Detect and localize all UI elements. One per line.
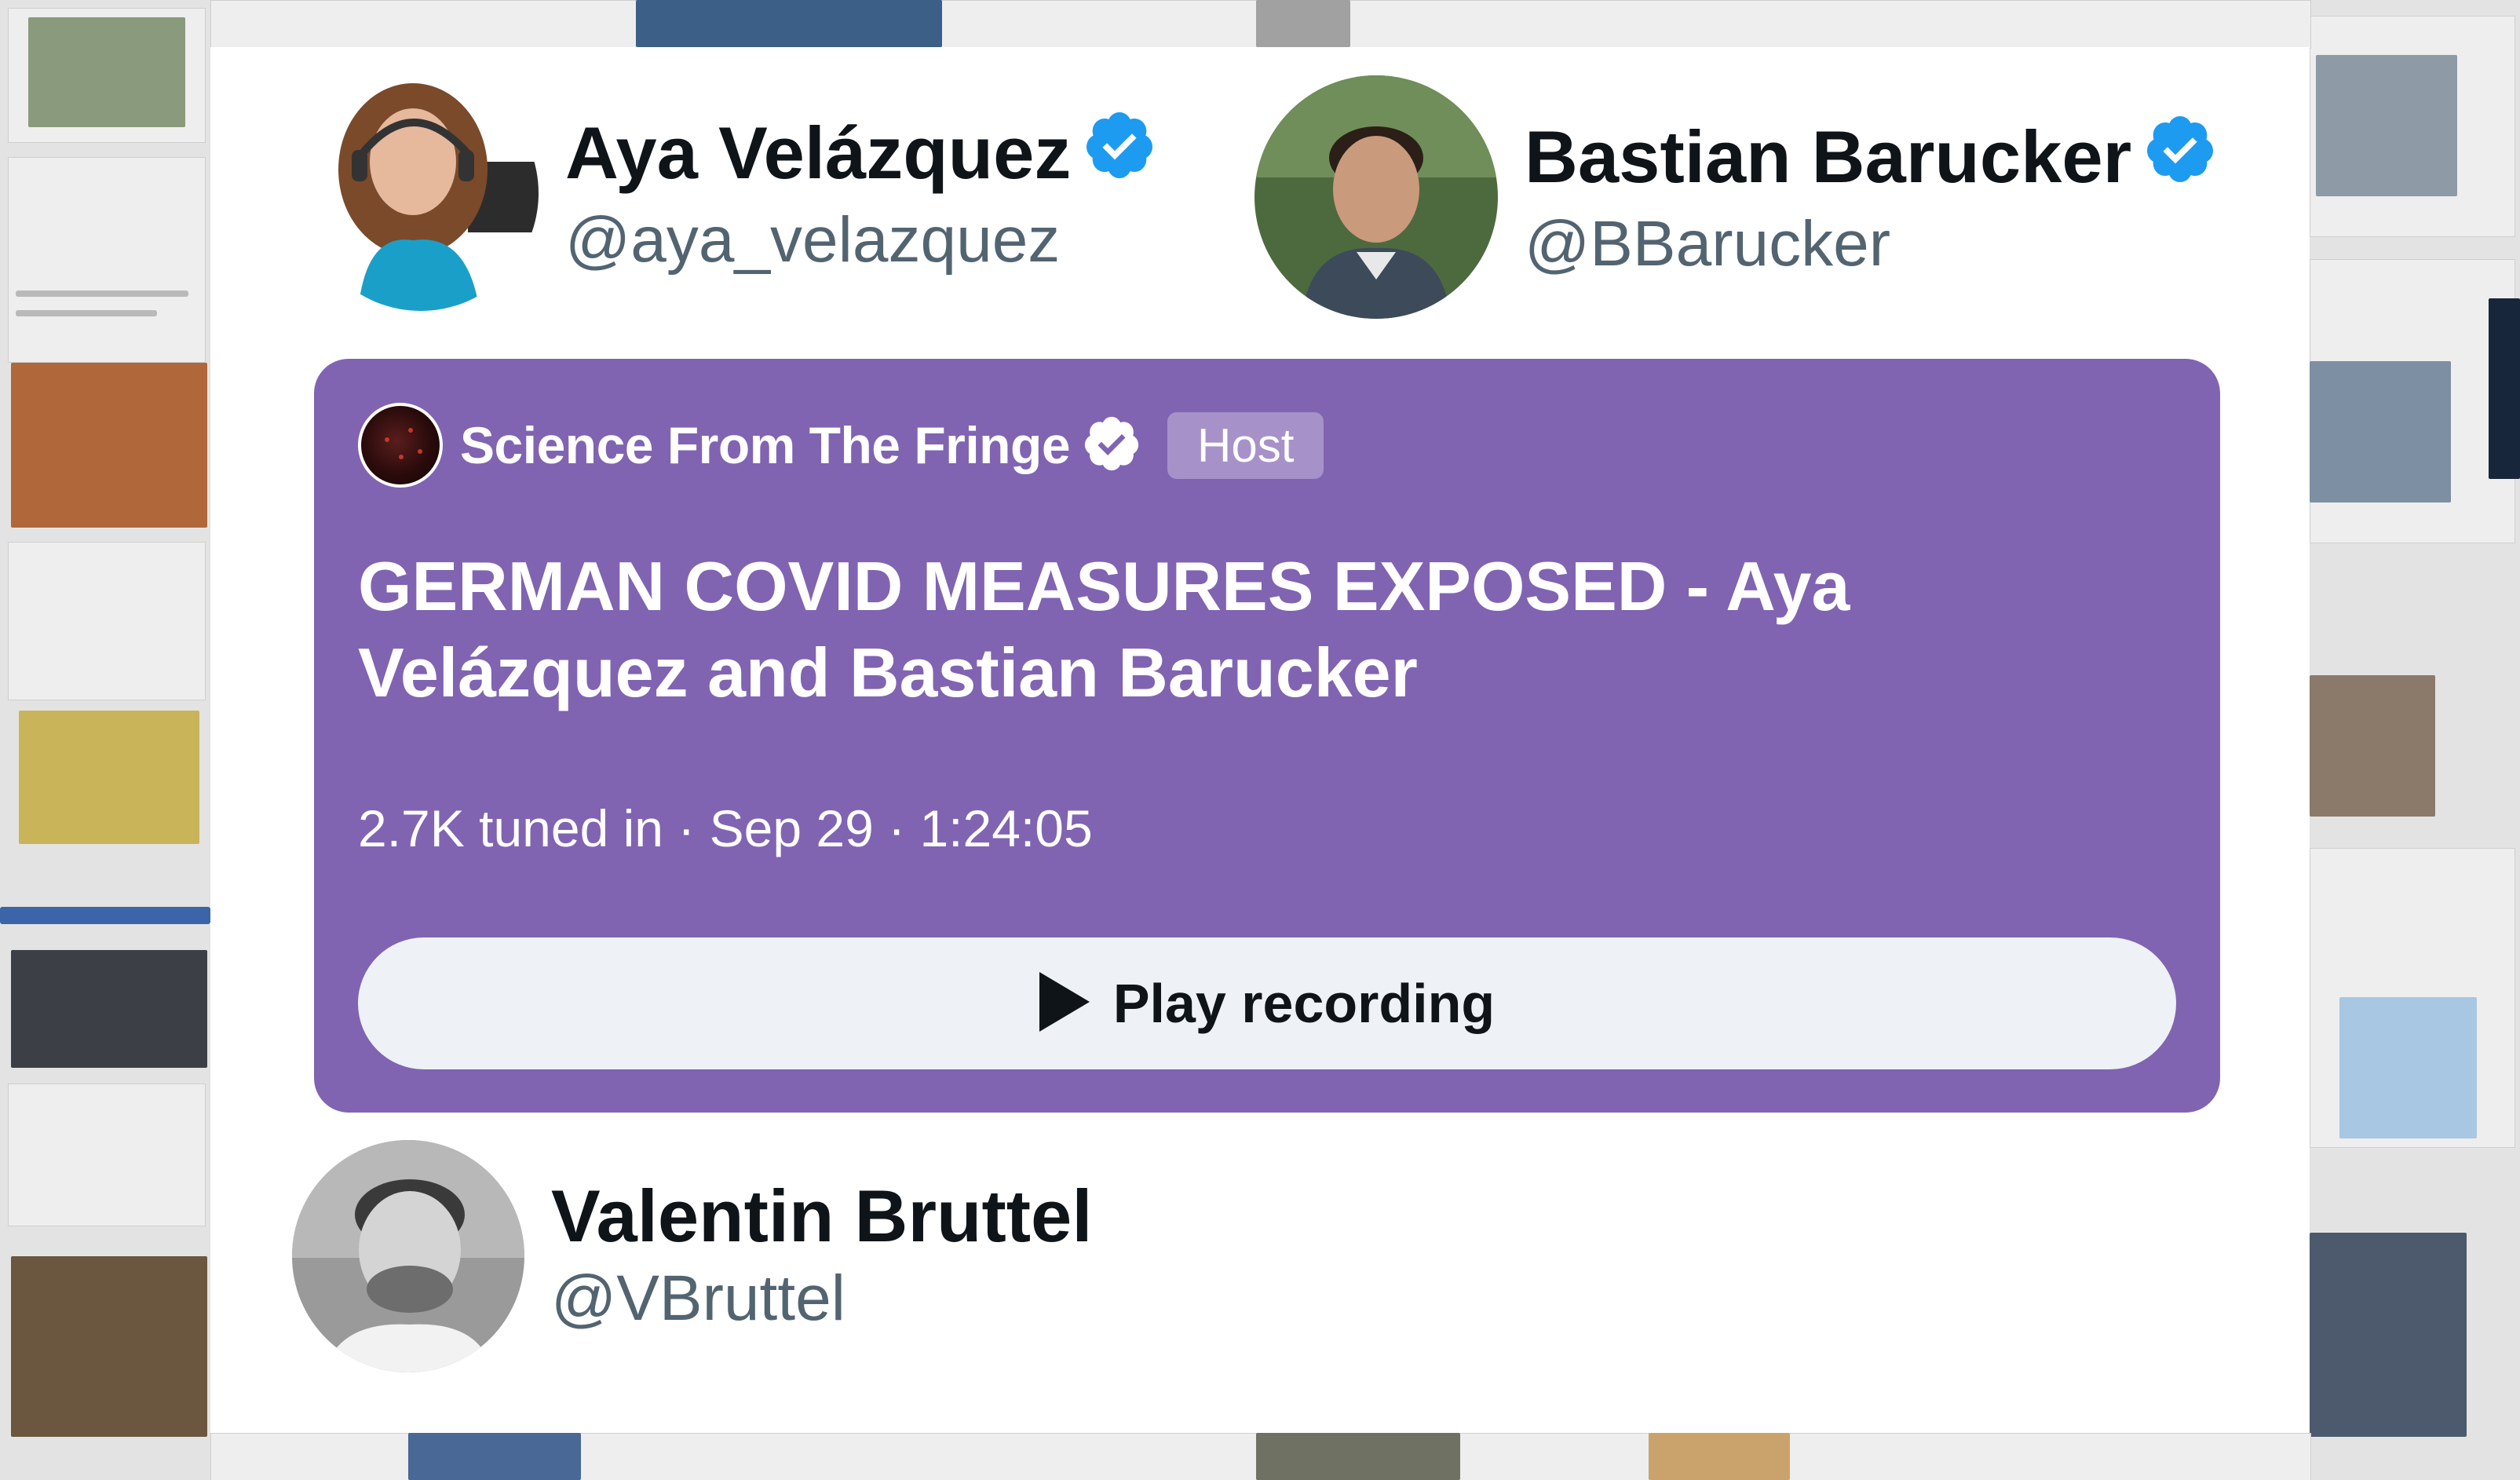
bg-photo [1256,0,1350,47]
speaker-valentin-bruttel[interactable]: Valentin Bruttel @VBruttel [292,1140,1092,1372]
handle[interactable]: @BBarucker [1525,206,2218,283]
display-name[interactable]: Valentin Bruttel [551,1175,1092,1257]
bg-photo [2489,298,2520,479]
play-icon [1039,971,1090,1036]
speaker-aya-velazquez[interactable]: Aya Velázquez @aya_velazquez [303,75,1157,311]
display-name[interactable]: Bastian Barucker [1525,116,2131,198]
host-avatar[interactable] [358,403,443,488]
bg-photo [2310,675,2435,817]
avatar[interactable] [303,75,539,311]
space-title[interactable]: GERMAN COVID MEASURES EXPOSED - Aya Velá… [358,543,2124,716]
verified-badge-icon [2142,111,2218,202]
bg-photo [2310,1233,2467,1437]
bg-line [16,291,188,297]
avatar-dot [408,428,413,433]
bg-tile [8,1084,206,1226]
bg-photo [1256,1433,1460,1480]
display-name[interactable]: Aya Velázquez [565,112,1071,194]
space-card[interactable]: Science From The Fringe Host GERMAN COVI… [314,359,2220,1113]
avatar[interactable] [1255,75,1498,319]
play-recording-button[interactable]: Play recording [358,937,2176,1069]
bg-photo [408,1433,581,1480]
bg-photo [2316,55,2457,196]
bg-photo [2310,361,2451,502]
bg-photo [28,17,185,127]
verified-badge-icon [1082,108,1157,198]
avatar-dot [385,437,389,442]
verified-badge-icon [1081,413,1142,478]
bg-photo [19,711,199,844]
avatar-dot [418,449,422,454]
avatar-dot [399,455,404,459]
play-recording-label: Play recording [1112,973,1496,1034]
bg-line [16,310,157,316]
bg-photo [11,950,207,1068]
bg-photo [1649,1433,1790,1480]
bg-tile [8,542,206,700]
speaker-bastian-barucker[interactable]: Bastian Barucker @BBarucker [1255,75,2218,319]
handle[interactable]: @aya_velazquez [565,202,1157,279]
bg-line [0,907,210,924]
bg-photo [2339,997,2477,1138]
bg-photo [11,363,207,528]
bg-tile [8,157,206,363]
handle[interactable]: @VBruttel [551,1260,1092,1337]
space-meta: 2.7K tuned in · Sep 29 · 1:24:05 [358,799,1093,857]
bg-photo [11,1256,207,1437]
host-name[interactable]: Science From The Fringe [460,415,1071,475]
avatar[interactable] [292,1140,524,1372]
space-host-row: Science From The Fringe Host [358,403,1324,488]
space-share-card: Aya Velázquez @aya_velazquez Bastian Bar… [210,47,2310,1433]
host-badge: Host [1167,411,1324,479]
bg-photo [636,0,942,47]
